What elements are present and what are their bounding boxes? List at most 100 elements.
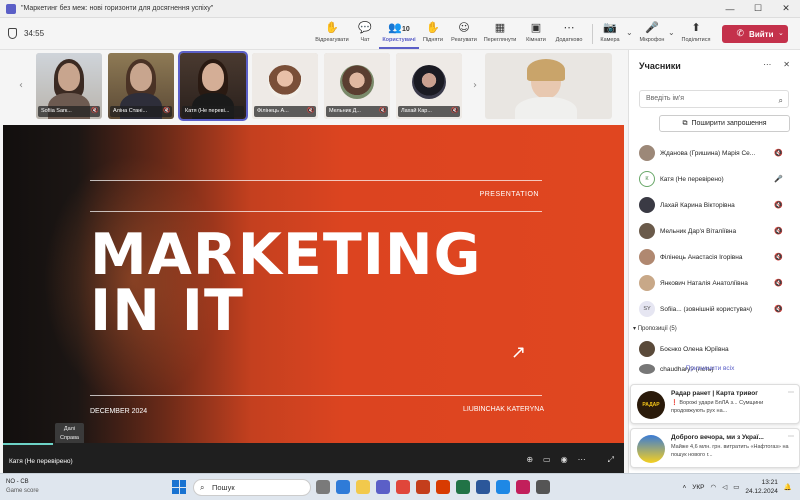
app-icon[interactable]: [536, 480, 550, 494]
mic-off-icon: 🔇: [774, 227, 783, 235]
participant-tile[interactable]: Лахай Кар... 🔇: [396, 53, 462, 119]
participant-name: Катя (Не переві...: [182, 106, 244, 117]
taskbar-search-input[interactable]: ⌕ Пошук: [193, 479, 311, 496]
share-invite-button[interactable]: ⧉ Поширити запрошення: [659, 115, 790, 132]
participant-search-input[interactable]: Введіть ім'я ⌕: [639, 90, 789, 108]
chevron-up-icon[interactable]: ˄: [682, 484, 686, 491]
excel-icon[interactable]: [456, 480, 470, 494]
search-icon: ⌕: [200, 483, 205, 492]
chrome-icon[interactable]: [396, 480, 410, 494]
list-item[interactable]: К Катя (Не перевірено) 🎤: [629, 166, 800, 192]
slide-divider-2: [90, 211, 542, 212]
camera-icon: 📷: [603, 21, 617, 34]
notification-toast[interactable]: РАДАР Радар ранет | Карта тривог ❗ Ворож…: [630, 384, 800, 424]
app-icon[interactable]: [436, 480, 450, 494]
grid-view-icon: ▦: [494, 21, 506, 34]
more-options-icon[interactable]: ⋯: [788, 433, 794, 440]
share-button[interactable]: ⬆ Поділитися: [676, 21, 716, 49]
maximize-button[interactable]: ☐: [744, 0, 772, 18]
radar-logo-icon: РАДАР: [637, 391, 665, 419]
taskbar-clock[interactable]: 13:21 24.12.2024: [745, 478, 778, 496]
mic-options-chevron-icon[interactable]: ⌄: [668, 28, 675, 37]
more-options-icon[interactable]: ⋯: [763, 60, 771, 69]
minimize-button[interactable]: —: [716, 0, 744, 18]
powerpoint-icon[interactable]: [416, 480, 430, 494]
slide-title: MARKETING IN IT: [90, 222, 482, 344]
windows-start-icon[interactable]: [172, 480, 186, 494]
battery-icon[interactable]: ▭: [733, 483, 739, 491]
avatar: [639, 341, 655, 357]
teams-icon[interactable]: [376, 480, 390, 494]
camera-button[interactable]: 📷 Камера: [590, 21, 630, 49]
telegram-icon[interactable]: [496, 480, 510, 494]
list-item[interactable]: Філінець Анастасія Ігорівна 🔇: [629, 244, 800, 270]
wifi-icon[interactable]: ◠: [711, 483, 717, 491]
people-icon: 👥10: [388, 21, 410, 34]
screen-icon[interactable]: ▭: [543, 455, 551, 465]
system-tray: ˄ УКР ◠ ◁ ▭ 13:21 24.12.2024 🔔: [682, 478, 792, 496]
rooms-icon: ▣: [530, 21, 542, 34]
strip-next-arrow-icon[interactable]: ›: [473, 80, 477, 91]
participant-tile[interactable]: Аліна Стані... 🔇: [108, 53, 174, 119]
list-item[interactable]: Янкович Наталія Анатоліївна 🔇: [629, 270, 800, 296]
notification-title: Радар ранет | Карта тривог: [671, 390, 758, 397]
avatar: [639, 145, 655, 161]
next-slide-tooltip: Далі Справа: [55, 423, 84, 445]
mic-off-icon: 🔇: [163, 107, 171, 114]
chat-icon: 💬: [358, 21, 372, 34]
microphone-button[interactable]: 🎤 Мікрофон: [632, 21, 672, 49]
zoom-in-icon[interactable]: ⊕: [526, 455, 533, 465]
volume-icon[interactable]: ◁: [722, 483, 727, 491]
mic-off-icon: 🔇: [379, 107, 387, 114]
word-icon[interactable]: [476, 480, 490, 494]
broadcast-icon[interactable]: ◉: [561, 455, 568, 465]
news-logo-icon: [637, 435, 665, 463]
people-count: 10: [401, 26, 410, 33]
mic-off-icon: 🔇: [307, 107, 315, 114]
list-item[interactable]: Жданова (Гришина) Марія Се... 🔇: [629, 140, 800, 166]
participant-tile[interactable]: Sofiia Sarк... 🔇: [36, 53, 102, 119]
more-options-icon[interactable]: ⋯: [578, 455, 586, 465]
app-icon[interactable]: [516, 480, 530, 494]
close-window-button[interactable]: ✕: [772, 0, 800, 18]
mic-off-icon: 🔇: [774, 201, 783, 209]
share-invite-icon: ⧉: [682, 119, 688, 127]
window-titlebar: "Маркетинг без меж: нові горизонти для д…: [0, 0, 800, 18]
strip-prev-arrow-icon[interactable]: ‹: [19, 80, 23, 91]
notification-toast[interactable]: Доброго вечора, ми з Украї... Майже 4,6 …: [630, 428, 800, 468]
share-icon: ⬆: [691, 21, 701, 34]
list-item[interactable]: SY Sofiia... (зовнішній користувач) 🔇: [629, 296, 800, 322]
suggested-section-header[interactable]: ▾ Пропозиції (5): [629, 322, 800, 336]
fullscreen-icon[interactable]: ⤢: [608, 455, 614, 465]
reactions-button[interactable]: ☺ Реагувати: [444, 21, 484, 49]
self-video-tile[interactable]: [485, 53, 612, 119]
taskbar-widget[interactable]: NO - CB Game score: [6, 478, 39, 496]
more-button[interactable]: ⋯ Додатково: [549, 21, 589, 49]
participant-tile[interactable]: Мельник Д... 🔇: [324, 53, 390, 119]
language-indicator[interactable]: УКР: [692, 484, 704, 491]
close-icon[interactable]: ✕: [783, 60, 790, 69]
more-options-icon[interactable]: ⋯: [788, 389, 794, 396]
invite-all-button[interactable]: Призначити всіх: [645, 365, 775, 372]
avatar: [639, 197, 655, 213]
file-explorer-icon[interactable]: [356, 480, 370, 494]
mic-off-icon: 🔇: [451, 107, 459, 114]
arrow-up-right-icon: ↗: [511, 342, 527, 363]
list-item[interactable]: Лахай Карина Вікторівна 🔇: [629, 192, 800, 218]
leave-options-chevron-icon[interactable]: ⌄: [778, 29, 784, 37]
list-item[interactable]: Мельник Дар'я Віталіївна 🔇: [629, 218, 800, 244]
notification-body: ❗ Ворожі удари БпЛА з... Сумщини продовж…: [671, 400, 764, 414]
presenter-name: Катя (Не перевірено): [9, 458, 73, 465]
edge-icon[interactable]: [336, 480, 350, 494]
notification-bell-icon[interactable]: 🔔: [784, 483, 792, 491]
taskbar-apps: [316, 480, 550, 494]
more-icon: ⋯: [563, 21, 575, 34]
participant-tile[interactable]: Філінець А... 🔇: [252, 53, 318, 119]
task-view-icon[interactable]: [316, 480, 330, 494]
search-icon: ⌕: [778, 96, 783, 105]
list-item[interactable]: Боєнко Олена Юріївна: [629, 336, 800, 362]
mic-off-icon: 🔇: [774, 279, 783, 287]
participant-tile-active[interactable]: Катя (Не переві...: [178, 51, 248, 121]
presentation-controls-bar: Катя (Не перевірено) ⊕ ▭ ◉ ⋯ ⤢: [3, 443, 624, 473]
view-button[interactable]: ▦ Переглянути: [480, 21, 520, 49]
